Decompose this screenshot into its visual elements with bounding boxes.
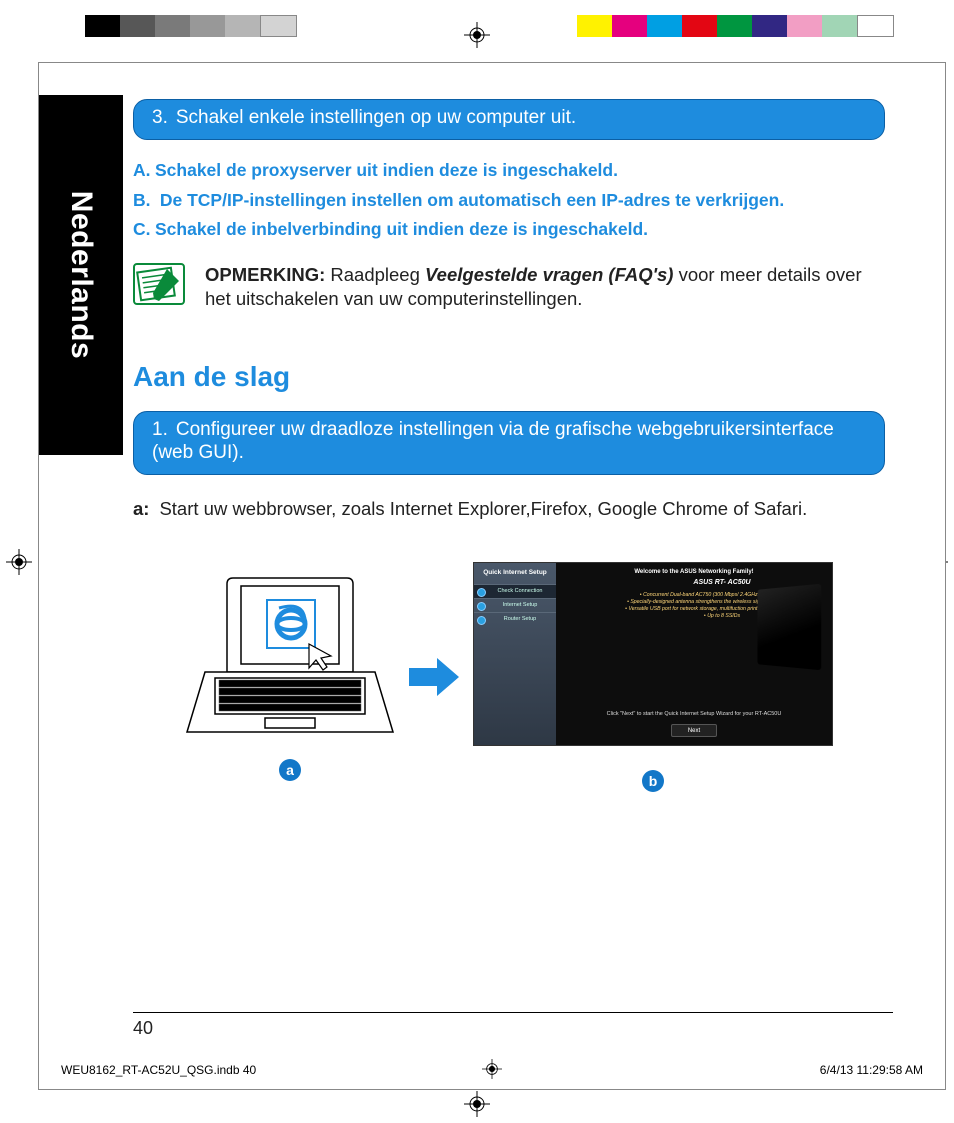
step-1-header: 1.Configureer uw draadloze instellingen … (133, 411, 885, 475)
ui-model: ASUS RT- AC50U (622, 579, 822, 586)
router-setup-screenshot: Quick Internet Setup Check Connection In… (473, 562, 833, 746)
sublist-item: B. De TCP/IP-instellingen instellen om a… (133, 186, 885, 216)
ui-prompt: Click "Next" to start the Quick Internet… (556, 711, 832, 717)
page-number: 40 (133, 1012, 893, 1039)
ui-welcome: Welcome to the ASUS Networking Family! (566, 569, 822, 575)
step-1a-paragraph: a: Start uw webbrowser, zoals Internet E… (133, 497, 885, 520)
step-1a-label: a: (133, 497, 149, 520)
note-icon (133, 263, 185, 305)
step-1-text: Configureer uw draadloze instellingen vi… (152, 419, 834, 463)
step-1a-text: Start uw webbrowser, zoals Internet Expl… (159, 497, 807, 520)
figure-row: a Quick Internet Setup Check Connection … (133, 562, 885, 792)
registration-mark-icon (464, 1091, 490, 1117)
ui-sidebar-item: Check Connection (474, 584, 556, 598)
ui-sidebar-item: Router Setup (474, 612, 556, 626)
sublist-item: A.Schakel de proxyserver uit indien deze… (133, 156, 885, 186)
language-tab: Nederlands (39, 95, 123, 455)
section-title: Aan de slag (133, 361, 885, 393)
footer-timestamp: 6/4/13 11:29:58 AM (820, 1063, 923, 1077)
note-block: OPMERKING: Raadpleeg Veelgestelde vragen… (133, 263, 885, 311)
router-product-image (757, 584, 821, 670)
ui-sidebar-header: Quick Internet Setup (474, 563, 556, 584)
page-frame: Nederlands 3. Schakel enkele instellingen… (38, 62, 946, 1090)
step-3-number: 3. (152, 107, 168, 128)
figure-label-b: b (642, 770, 664, 792)
step-3-text: Schakel enkele instellingen op uw comput… (176, 107, 576, 128)
registration-mark-icon (482, 1059, 502, 1082)
note-text: OPMERKING: Raadpleeg Veelgestelde vragen… (205, 263, 885, 311)
settings-sublist: A.Schakel de proxyserver uit indien deze… (133, 156, 885, 245)
language-tab-label: Nederlands (64, 191, 98, 359)
registration-mark-icon (464, 22, 490, 48)
ui-next-button: Next (671, 724, 717, 737)
ui-sidebar-item: Internet Setup (474, 598, 556, 612)
sublist-item: C.Schakel de inbelverbinding uit indien … (133, 215, 885, 245)
footer-metadata: WEU8162_RT-AC52U_QSG.indb 40 6/4/13 11:2… (61, 1063, 923, 1077)
laptop-figure: a (185, 572, 395, 781)
step-1-number: 1. (152, 419, 168, 440)
footer-filename: WEU8162_RT-AC52U_QSG.indb 40 (61, 1063, 256, 1077)
figure-label-a: a (279, 759, 301, 781)
registration-mark-icon (6, 549, 32, 575)
step-3-header: 3. Schakel enkele instellingen op uw comp… (133, 99, 885, 140)
arrow-icon (409, 658, 459, 696)
